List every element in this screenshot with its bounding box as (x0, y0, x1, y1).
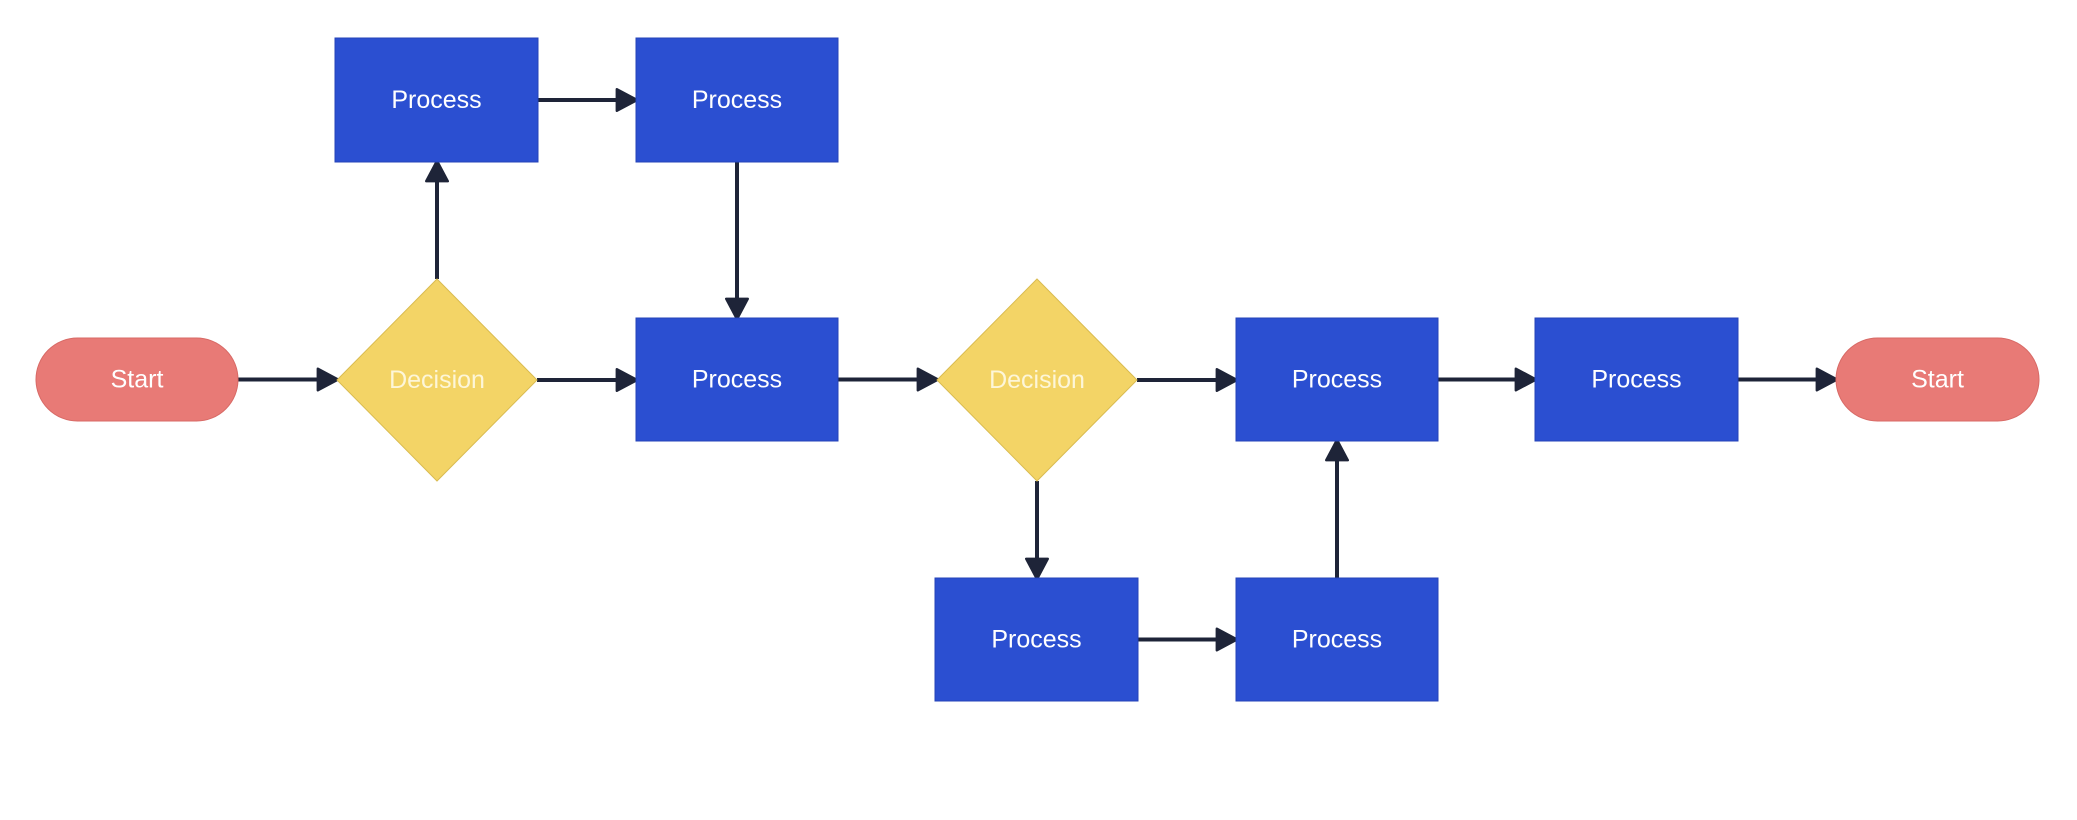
node-label: Process (692, 366, 782, 394)
process-node-process-mid1[interactable]: Process (635, 317, 839, 442)
node-label: Process (1292, 366, 1382, 394)
node-label: Decision (389, 366, 485, 394)
process-node-process-bot2[interactable]: Process (1235, 577, 1439, 702)
process-node-process-mid3[interactable]: Process (1534, 317, 1739, 442)
terminal-node-start[interactable]: Start (35, 337, 239, 422)
node-label: Process (391, 86, 481, 114)
terminal-node-end[interactable]: Start (1835, 337, 2040, 422)
node-label: Process (991, 626, 1081, 654)
flowchart: Start Decision Process Process Process Decisi… (35, 37, 2040, 702)
process-node-process-top1[interactable]: Process (334, 37, 539, 163)
decision-node-decision2[interactable]: Decision (936, 278, 1138, 482)
node-label: Start (1911, 366, 1964, 394)
process-node-process-bot1[interactable]: Process (934, 577, 1139, 702)
node-label: Process (1591, 366, 1681, 394)
node-label: Start (111, 366, 164, 394)
process-node-process-top2[interactable]: Process (635, 37, 839, 163)
process-node-process-mid2[interactable]: Process (1235, 317, 1439, 442)
node-label: Process (1292, 626, 1382, 654)
node-label: Decision (989, 366, 1085, 394)
decision-node-decision1[interactable]: Decision (336, 278, 538, 482)
node-label: Process (692, 86, 782, 114)
